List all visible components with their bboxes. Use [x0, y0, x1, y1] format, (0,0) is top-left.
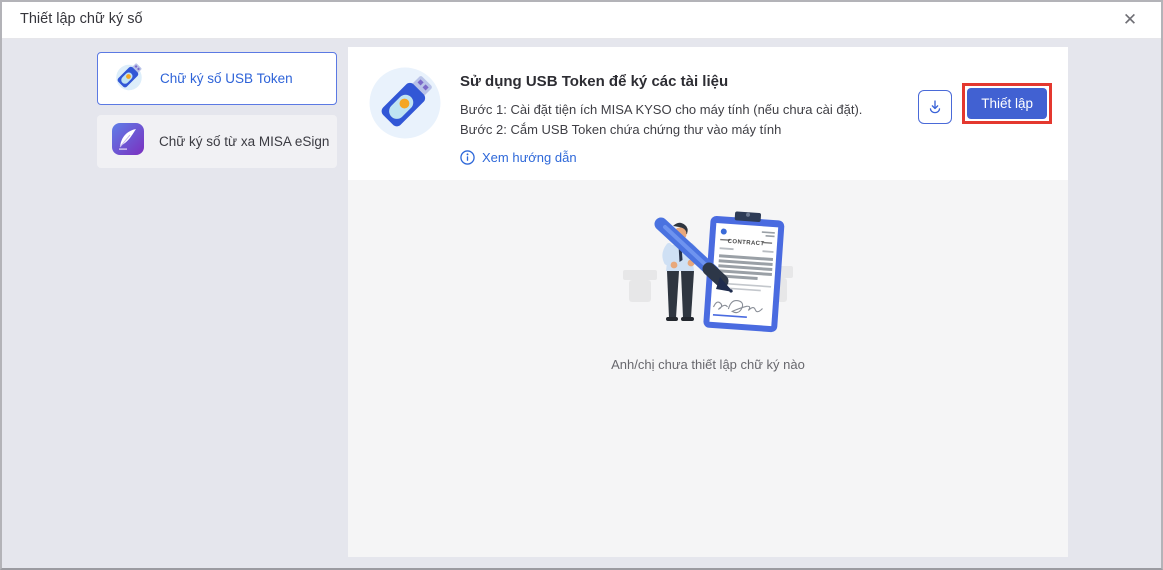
sidebar-item-label: Chữ ký số USB Token: [160, 71, 293, 86]
empty-state-area: CONTRACT Anh/chị chưa thiết lập chữ ký n…: [348, 180, 1068, 557]
setup-signature-dialog: Thiết lập chữ ký số ✕ Chữ ký số USB Toke…: [0, 0, 1163, 570]
annotation-highlight-box: Thiết lập: [962, 83, 1052, 124]
step-1: Bước 1: Cài đặt tiện ích MISA KYSO cho m…: [460, 102, 863, 117]
man-signing-contract-illustration: CONTRACT: [621, 208, 796, 345]
sidebar-item-label: Chữ ký số từ xa MISA eSign: [159, 134, 330, 149]
empty-state-message: Anh/chị chưa thiết lập chữ ký nào: [611, 357, 805, 372]
sidebar-item-usb-token[interactable]: Chữ ký số USB Token: [97, 52, 337, 105]
signature-type-sidebar: Chữ ký số USB Token Chữ ký số từ xa MISA…: [97, 52, 337, 168]
header-text: Sử dụng USB Token để ký các tài liệu Bướ…: [460, 63, 918, 180]
sidebar-item-misa-esign[interactable]: Chữ ký số từ xa MISA eSign: [97, 115, 337, 168]
dialog-titlebar: Thiết lập chữ ký số ✕: [2, 2, 1161, 39]
esign-quill-icon: [110, 121, 146, 162]
dialog-title: Thiết lập chữ ký số: [20, 11, 143, 27]
guide-link-label: Xem hướng dẫn: [482, 150, 577, 165]
guide-link[interactable]: Xem hướng dẫn: [460, 150, 918, 165]
usb-token-icon: [111, 58, 147, 99]
main-panel: Sử dụng USB Token để ký các tài liệu Bướ…: [348, 47, 1068, 557]
info-icon: [460, 150, 475, 165]
download-button[interactable]: [918, 90, 953, 124]
download-icon: [926, 98, 944, 116]
close-icon[interactable]: ✕: [1119, 9, 1141, 31]
setup-button[interactable]: Thiết lập: [967, 88, 1047, 119]
step-2: Bước 2: Cắm USB Token chứa chứng thư vào…: [460, 122, 782, 137]
usb-token-title: Sử dụng USB Token để ký các tài liệu: [460, 73, 729, 90]
usb-token-large-icon: [368, 66, 442, 140]
header-controls: Thiết lập: [918, 83, 1052, 180]
usb-token-header-card: Sử dụng USB Token để ký các tài liệu Bướ…: [348, 47, 1068, 180]
